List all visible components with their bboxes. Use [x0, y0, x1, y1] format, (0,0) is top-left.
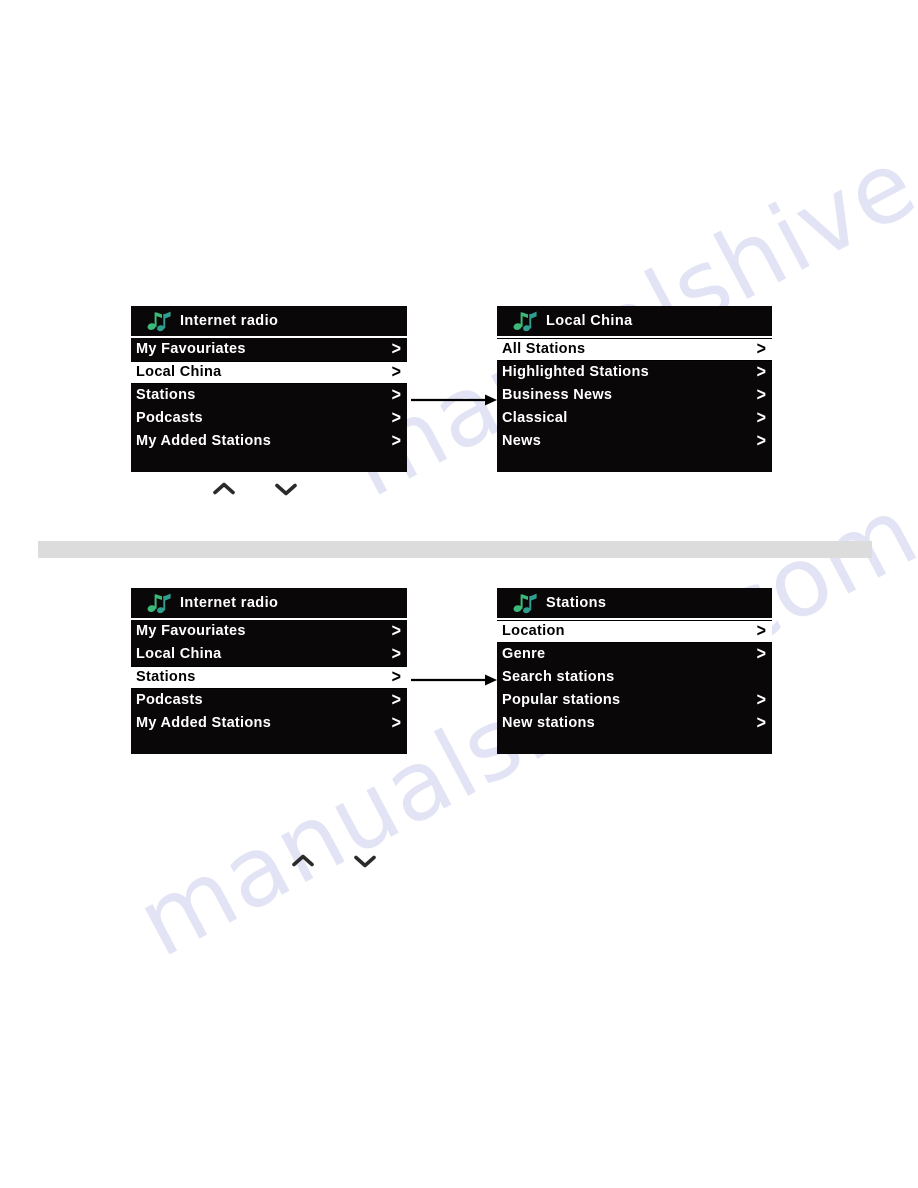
chevron-right-icon: > [756, 621, 766, 641]
chevron-right-icon: > [756, 431, 766, 451]
screen-header: Local China [497, 306, 772, 338]
music-note-icon [513, 311, 537, 332]
menu-item-label: Location [502, 623, 565, 640]
screen-title: Internet radio [180, 312, 279, 329]
menu-item-label: Local China [136, 646, 222, 663]
chevron-right-icon: > [391, 690, 401, 710]
section-separator-band [38, 541, 872, 558]
menu-list: All Stations > Highlighted Stations > Bu… [497, 338, 772, 453]
menu-item-my-favouriates[interactable]: My Favouriates > [131, 620, 407, 643]
menu-item-label: Stations [136, 669, 196, 686]
menu-list: Location > Genre > Search stations > Pop… [497, 620, 772, 735]
menu-list: My Favouriates > Local China > Stations … [131, 620, 407, 735]
menu-item-podcasts[interactable]: Podcasts > [131, 407, 407, 430]
radio-screen-internet-radio-2: Internet radio My Favouriates > Local Ch… [131, 588, 407, 754]
chevron-down-icon[interactable] [273, 479, 299, 499]
menu-item-new-stations[interactable]: New stations > [497, 712, 772, 735]
chevron-right-icon: > [391, 431, 401, 451]
menu-item-label: Search stations [502, 669, 615, 686]
menu-item-highlighted-stations[interactable]: Highlighted Stations > [497, 361, 772, 384]
menu-item-label: Business News [502, 387, 613, 404]
chevron-right-icon: > [391, 385, 401, 405]
chevron-right-icon: > [756, 339, 766, 359]
screen-title: Internet radio [180, 594, 279, 611]
menu-item-my-added-stations[interactable]: My Added Stations > [131, 430, 407, 453]
screen-header: Internet radio [131, 306, 407, 338]
menu-item-label: My Favouriates [136, 623, 246, 640]
chevron-right-icon: > [756, 644, 766, 664]
chevron-right-icon: > [391, 408, 401, 428]
menu-item-label: Genre [502, 646, 546, 663]
music-note-icon [147, 593, 171, 614]
menu-item-label: My Added Stations [136, 715, 272, 732]
menu-item-label: Stations [136, 387, 196, 404]
menu-item-search-stations[interactable]: Search stations > [497, 666, 772, 689]
menu-item-stations[interactable]: Stations > [131, 384, 407, 407]
menu-item-all-stations[interactable]: All Stations > [497, 338, 772, 361]
menu-item-label: Popular stations [502, 692, 621, 709]
chevron-right-icon: > [391, 362, 401, 382]
menu-item-label: Highlighted Stations [502, 364, 649, 381]
menu-item-classical[interactable]: Classical > [497, 407, 772, 430]
menu-item-stations[interactable]: Stations > [131, 666, 407, 689]
screen-title: Stations [546, 594, 607, 611]
chevron-down-icon[interactable] [352, 851, 378, 871]
menu-list: My Favouriates > Local China > Stations … [131, 338, 407, 453]
screen-title: Local China [546, 312, 633, 329]
radio-screen-local-china: Local China All Stations > Highlighted S… [497, 306, 772, 472]
chevron-up-icon[interactable] [290, 851, 316, 871]
menu-item-location[interactable]: Location > [497, 620, 772, 643]
chevron-right-icon: > [391, 621, 401, 641]
screen-header: Internet radio [131, 588, 407, 620]
nav-chevrons-group [290, 851, 390, 871]
chevron-right-icon: > [756, 408, 766, 428]
chevron-right-icon: > [756, 385, 766, 405]
chevron-right-icon: > [391, 339, 401, 359]
menu-item-label: New stations [502, 715, 596, 732]
chevron-right-icon: > [756, 362, 766, 382]
menu-item-news[interactable]: News > [497, 430, 772, 453]
menu-item-label: My Favouriates [136, 341, 246, 358]
music-note-icon [513, 593, 537, 614]
menu-item-podcasts[interactable]: Podcasts > [131, 689, 407, 712]
radio-screen-stations: Stations Location > Genre > Search stati… [497, 588, 772, 754]
menu-item-label: Classical [502, 410, 568, 427]
menu-item-local-china[interactable]: Local China > [131, 361, 407, 384]
menu-item-my-favouriates[interactable]: My Favouriates > [131, 338, 407, 361]
menu-item-label: News [502, 433, 542, 450]
radio-screen-internet-radio-1: Internet radio My Favouriates > Local Ch… [131, 306, 407, 472]
menu-item-label: Podcasts [136, 410, 203, 427]
menu-item-label: All Stations [502, 341, 586, 358]
chevron-right-icon: > [391, 644, 401, 664]
menu-item-popular-stations[interactable]: Popular stations > [497, 689, 772, 712]
menu-item-label: Local China [136, 364, 222, 381]
flow-arrow [411, 674, 497, 686]
menu-item-my-added-stations[interactable]: My Added Stations > [131, 712, 407, 735]
screen-header: Stations [497, 588, 772, 620]
menu-item-business-news[interactable]: Business News > [497, 384, 772, 407]
chevron-right-icon: > [391, 667, 401, 687]
chevron-right-icon: > [756, 713, 766, 733]
chevron-up-icon[interactable] [211, 479, 237, 499]
menu-item-label: My Added Stations [136, 433, 272, 450]
menu-item-genre[interactable]: Genre > [497, 643, 772, 666]
chevron-right-icon: > [391, 713, 401, 733]
flow-arrow [411, 394, 497, 406]
nav-chevrons-group [211, 479, 311, 499]
music-note-icon [147, 311, 171, 332]
menu-item-local-china[interactable]: Local China > [131, 643, 407, 666]
menu-item-label: Podcasts [136, 692, 203, 709]
chevron-right-icon: > [756, 690, 766, 710]
